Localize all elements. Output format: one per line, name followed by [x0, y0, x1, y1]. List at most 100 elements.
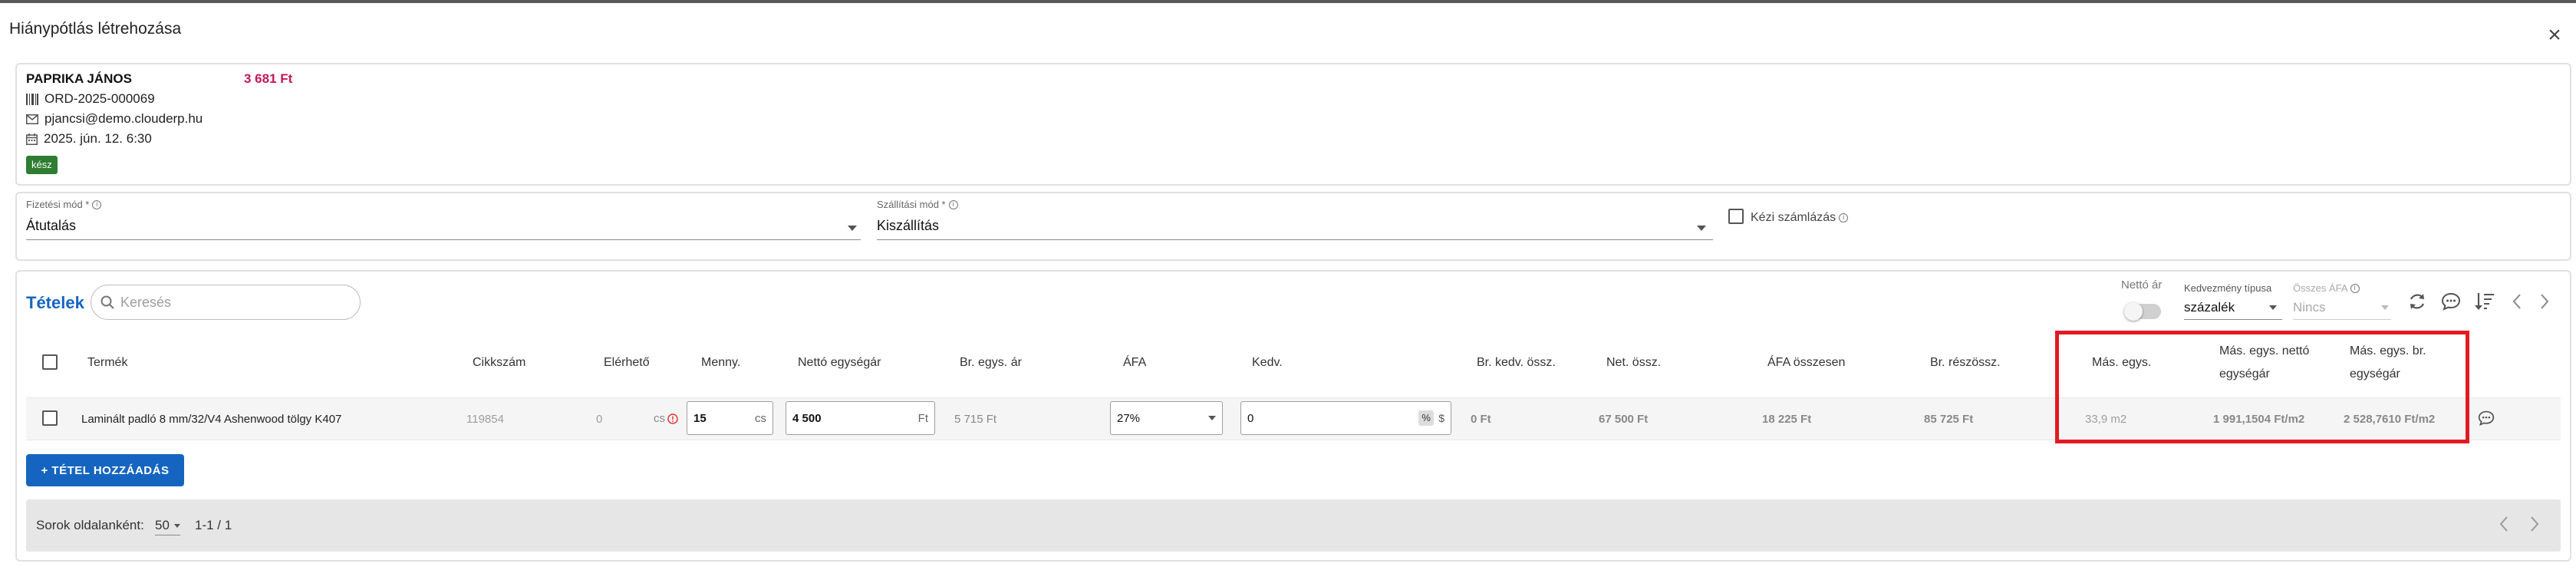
payment-method-value[interactable]: Átutalás [26, 218, 76, 234]
row-available-unit-text: cs [654, 412, 665, 425]
total-vat-value[interactable]: Nincs [2293, 300, 2326, 315]
barcode-icon [26, 93, 38, 105]
column-header-gross-unit-price[interactable]: Br. egys. ár [960, 356, 1022, 370]
net-price-toggle-label: Nettó ár [2121, 278, 2163, 292]
chevron-down-icon[interactable] [2269, 305, 2277, 310]
payment-method-label-text: Fizetési mód * [26, 199, 90, 210]
items-title: Tételek [26, 293, 84, 312]
search-input[interactable] [120, 294, 335, 311]
email-row: pjancsi@demo.clouderp.hu [26, 111, 203, 127]
customer-email: pjancsi@demo.clouderp.hu [44, 111, 203, 126]
search-field[interactable] [91, 285, 361, 320]
net-unit-price-value: 4 500 [792, 411, 822, 425]
qty-value: 15 [693, 411, 707, 425]
payment-method-underline [26, 239, 861, 240]
select-all-checkbox[interactable] [42, 354, 58, 370]
rows-per-page-select[interactable]: 50 [155, 518, 180, 535]
qty-input[interactable]: 15 cs [687, 401, 773, 435]
sort-icon[interactable] [2472, 288, 2498, 315]
comment-icon[interactable] [2438, 288, 2464, 315]
percent-toggle[interactable]: % [1418, 410, 1435, 426]
shipping-method-label: Szállítási mód * i [877, 199, 958, 210]
status-badge: kész [26, 156, 58, 174]
column-header-qty[interactable]: Menny. [701, 356, 740, 370]
order-id: ORD-2025-000069 [44, 91, 155, 106]
net-unit-price-input[interactable]: 4 500 Ft [786, 401, 935, 435]
manual-invoice-checkbox[interactable] [1728, 209, 1744, 224]
row-sku: 119854 [466, 413, 504, 426]
column-header-sku[interactable]: Cikkszám [473, 356, 525, 370]
discount-type-underline [2184, 319, 2282, 320]
dialog-title: Hiánypótlás létrehozása [9, 20, 182, 38]
order-date: 2025. jún. 12. 6:30 [44, 131, 152, 146]
customer-name: PAPRIKA JÁNOS [26, 71, 132, 86]
close-icon[interactable]: × [2544, 24, 2565, 47]
total-vat-underline [2293, 319, 2391, 320]
row-net-total: 67 500 Ft [1599, 413, 1649, 426]
info-icon: i [1839, 213, 1849, 222]
row-available-unit: cs [654, 412, 678, 425]
row-comment-icon[interactable] [2478, 410, 2495, 430]
highlight-box [2055, 331, 2469, 443]
chevron-down-icon[interactable] [848, 226, 857, 231]
column-header-available[interactable]: Elérhető [604, 356, 650, 370]
currency-toggle[interactable]: $ [1438, 412, 1444, 424]
customer-amount: 3 681 Ft [244, 71, 293, 86]
row-product: Laminált padló 8 mm/32/V4 Ashenwood tölg… [81, 413, 342, 426]
payment-method-label: Fizetési mód * i [26, 199, 102, 210]
vat-value: 27% [1117, 411, 1141, 425]
column-header-vat[interactable]: ÁFA [1123, 356, 1146, 370]
manual-invoice-label-text: Kézi számlázás [1751, 211, 1836, 224]
discount-type-value[interactable]: százalék [2184, 300, 2235, 315]
row-gross-unit-price: 5 715 Ft [954, 413, 997, 426]
chevron-right-icon [2531, 516, 2539, 532]
column-header-gross-subtotal[interactable]: Br. részössz. [1930, 356, 2001, 370]
vat-select[interactable]: 27% [1110, 401, 1223, 435]
column-header-product[interactable]: Termék [87, 356, 127, 370]
chevron-down-icon[interactable] [2381, 305, 2389, 310]
discount-type-label: Kedvezmény típusa [2184, 282, 2272, 294]
discount-input[interactable]: 0 % $ [1240, 401, 1451, 435]
chevron-down-icon[interactable] [1697, 226, 1706, 231]
row-checkbox[interactable] [42, 410, 58, 426]
total-vat-label: Összes ÁFA i [2293, 282, 2360, 294]
column-header-vat-total[interactable]: ÁFA összesen [1767, 356, 1845, 370]
pagination-range: 1-1 / 1 [195, 518, 232, 532]
date-row: 2025. jún. 12. 6:30 [26, 131, 152, 147]
rows-per-page-value: 50 [155, 518, 170, 532]
info-icon: i [2350, 283, 2360, 293]
column-header-discount[interactable]: Kedv. [1252, 356, 1283, 370]
row-gross-discount-total: 0 Ft [1471, 413, 1491, 426]
column-header-gross-discount-total[interactable]: Br. kedv. össz. [1477, 356, 1556, 370]
calendar-icon [26, 133, 38, 145]
customer-card [15, 63, 2571, 186]
next-page-button[interactable] [2529, 516, 2540, 536]
row-vat-total: 18 225 Ft [1762, 413, 1812, 426]
warning-icon [667, 413, 678, 424]
shipping-method-label-text: Szállítási mód * [877, 199, 946, 210]
rows-per-page-label: Sorok oldalanként: [36, 518, 144, 532]
column-header-net-unit-price[interactable]: Nettó egységár [798, 356, 881, 370]
info-icon: i [948, 199, 958, 209]
row-available: 0 [596, 413, 603, 426]
chevron-right-icon[interactable] [2532, 288, 2558, 315]
chevron-down-icon [173, 523, 180, 528]
order-id-row: ORD-2025-000069 [26, 91, 155, 107]
refresh-icon[interactable] [2404, 288, 2430, 315]
row-gross-subtotal: 85 725 Ft [1924, 413, 1974, 426]
add-item-button[interactable]: + TÉTEL HOZZÁADÁS [26, 454, 184, 486]
total-vat-label-text: Összes ÁFA [2293, 282, 2348, 294]
shipping-method-value[interactable]: Kiszállítás [877, 218, 939, 234]
discount-value: 0 [1247, 411, 1254, 425]
chevron-left-icon[interactable] [2504, 288, 2530, 315]
previous-page-button[interactable] [2499, 516, 2509, 536]
search-icon [100, 295, 114, 309]
pagination-bar [26, 499, 2561, 552]
column-header-net-total[interactable]: Net. össz. [1606, 356, 1661, 370]
window-top-border [0, 0, 2576, 3]
chevron-left-icon [2499, 516, 2508, 532]
net-price-toggle-knob[interactable] [2124, 302, 2143, 321]
chevron-down-icon [1208, 416, 1216, 420]
qty-unit: cs [755, 411, 766, 425]
manual-invoice-label: Kézi számlázás i [1751, 211, 1849, 225]
